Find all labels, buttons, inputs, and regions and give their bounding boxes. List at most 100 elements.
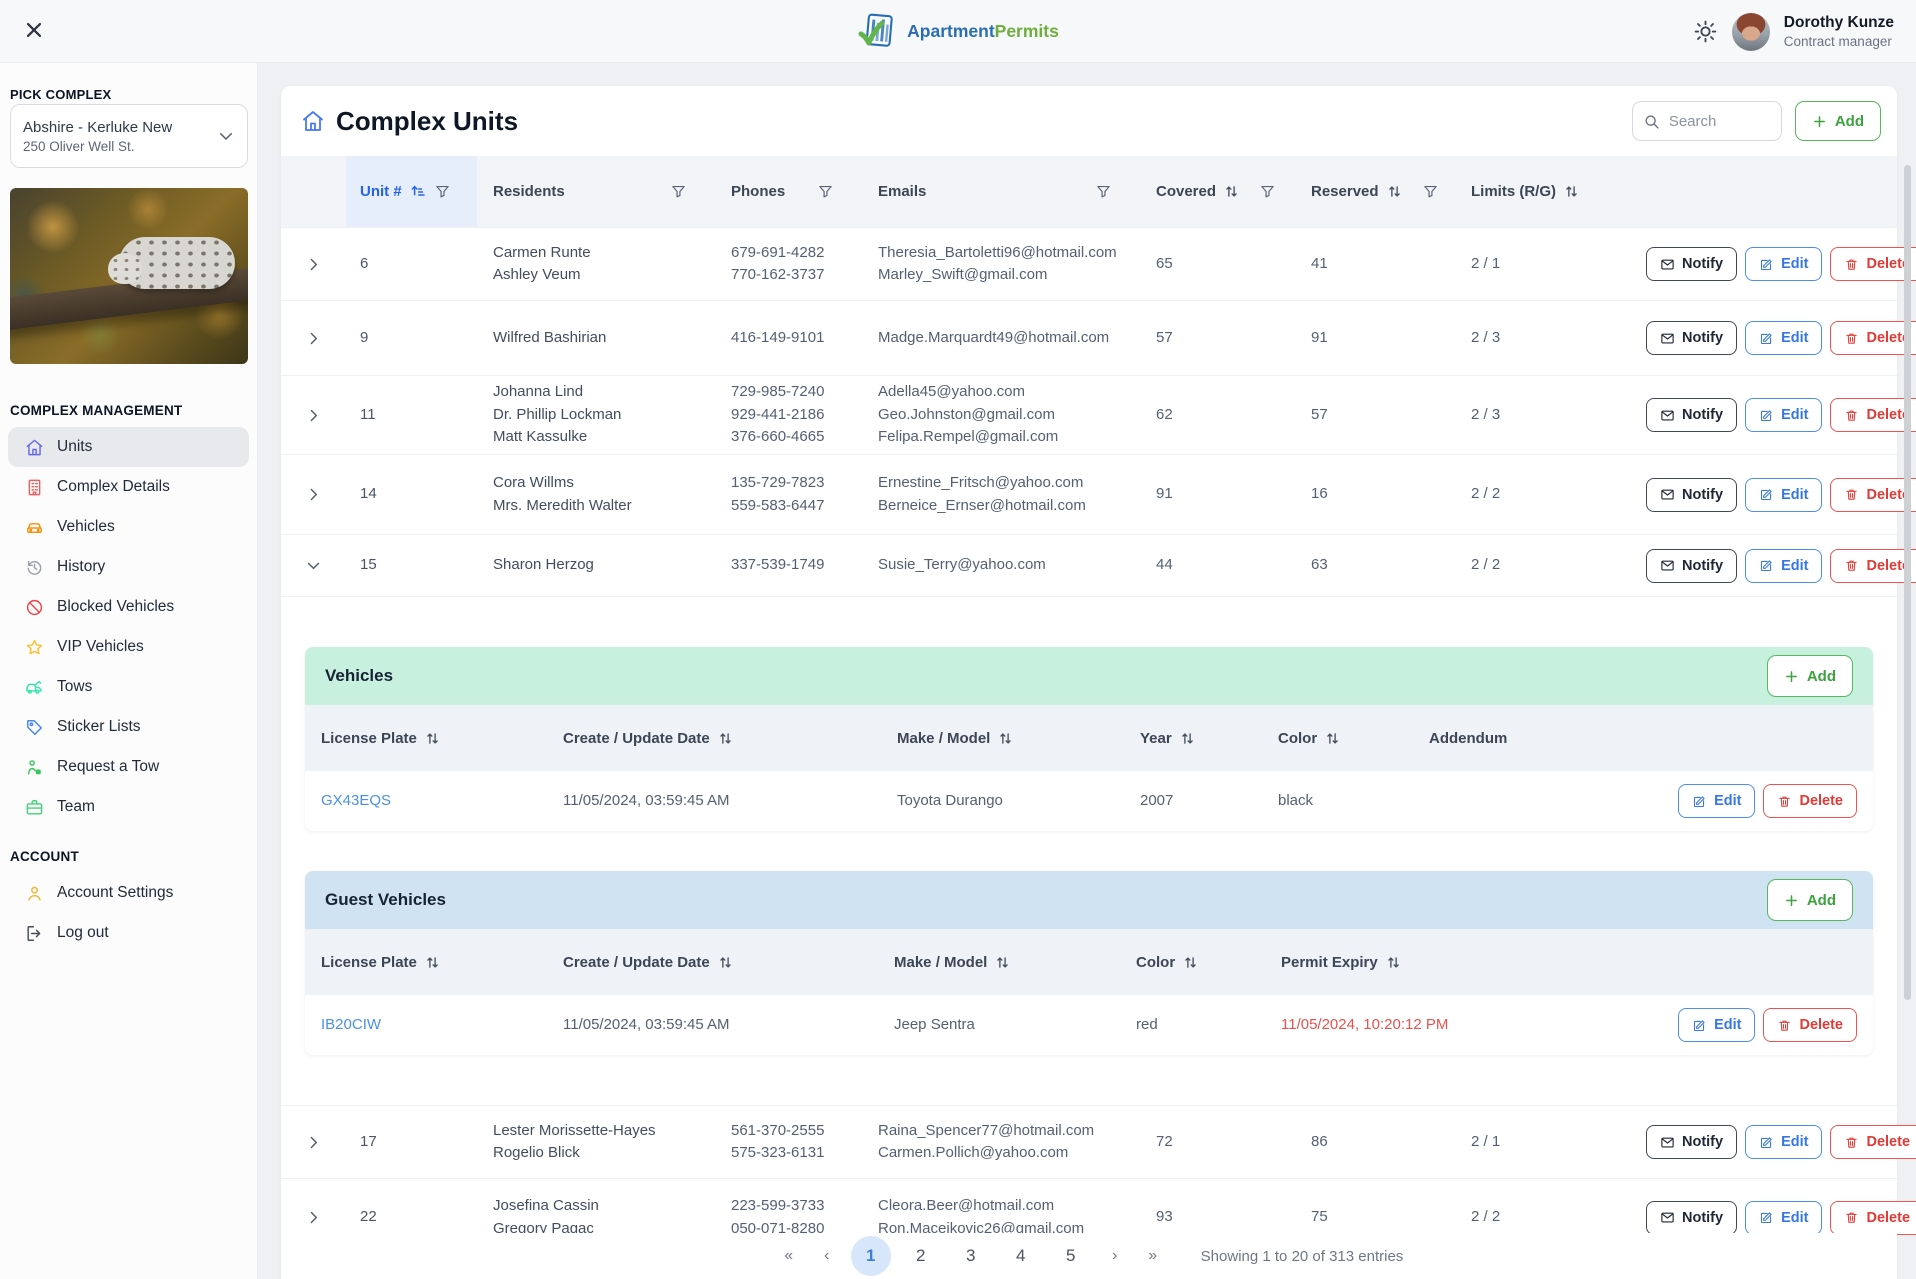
- email-address: Adella45@yahoo.com: [878, 383, 1025, 401]
- page-button-2[interactable]: 2: [901, 1236, 941, 1276]
- edit-button[interactable]: Edit: [1745, 1200, 1823, 1235]
- filter-icon[interactable]: [434, 183, 451, 200]
- edit-button[interactable]: Edit: [1745, 477, 1823, 512]
- add-guest-vehicle-button[interactable]: Add: [1766, 879, 1853, 921]
- expand-row-icon[interactable]: [305, 330, 322, 347]
- expand-row-icon[interactable]: [305, 1134, 322, 1151]
- license-plate-cell[interactable]: IB20CIW: [305, 1014, 547, 1037]
- notify-button[interactable]: Notify: [1646, 548, 1738, 583]
- expand-row-icon[interactable]: [305, 407, 322, 424]
- vehicles-panel: Vehicles Add License Plate Create / Update …: [305, 647, 1873, 831]
- envelope-icon: [1660, 558, 1675, 573]
- sort-icon: [1385, 954, 1402, 971]
- sidebar-item-sticker-lists[interactable]: Sticker Lists: [8, 707, 249, 747]
- sort-icon: [997, 730, 1014, 747]
- trash-icon: [1777, 1018, 1792, 1033]
- user-meta: Dorothy Kunze Contract manager: [1784, 13, 1894, 51]
- filter-icon[interactable]: [1422, 183, 1439, 200]
- column-unit[interactable]: Unit #: [346, 156, 477, 227]
- notify-button-label: Notify: [1682, 557, 1724, 574]
- edit-button-label: Edit: [1781, 557, 1809, 574]
- sidebar-item-history[interactable]: History: [8, 547, 249, 587]
- sort-icon[interactable]: [1386, 183, 1403, 200]
- column-limits: Limits (R/G): [1455, 156, 1630, 227]
- complex-selector[interactable]: Abshire - Kerluke New 250 Oliver Well St…: [10, 104, 248, 168]
- notify-button[interactable]: Notify: [1646, 321, 1738, 355]
- sort-icon[interactable]: [1223, 183, 1240, 200]
- first-page-button[interactable]: «: [775, 1236, 803, 1276]
- unit-row-17: 17 Lester Morissette-Hayes Rogelio Blick 56…: [281, 1105, 1916, 1178]
- nav-section-title: ACCOUNT: [10, 849, 79, 864]
- notify-button[interactable]: Notify: [1646, 398, 1738, 432]
- theme-toggle-button[interactable]: [1693, 19, 1718, 44]
- license-plate-cell[interactable]: GX43EQS: [305, 790, 547, 813]
- covered-cell: 57: [1156, 328, 1173, 346]
- delete-button[interactable]: Delete: [1830, 1200, 1916, 1235]
- expand-row-icon[interactable]: [305, 256, 322, 273]
- filter-icon[interactable]: [1259, 183, 1276, 200]
- guest-vehicles-table-header: License Plate Create / Update Date Make / …: [305, 929, 1873, 995]
- expand-row-icon[interactable]: [305, 1209, 322, 1226]
- filter-icon[interactable]: [670, 183, 687, 200]
- edit-button[interactable]: Edit: [1678, 1008, 1756, 1042]
- sidebar-item-team[interactable]: Team: [8, 787, 249, 827]
- permit-expiry-cell: 11/05/2024, 10:20:12 PM: [1281, 1015, 1449, 1033]
- search-input[interactable]: [1668, 112, 1771, 130]
- edit-button[interactable]: Edit: [1745, 548, 1823, 583]
- emails-cell: Theresia_Bartoletti96@hotmail.com Marley_…: [862, 242, 1140, 287]
- row-actions: Notify Edit Delete: [1630, 548, 1916, 583]
- reserved-cell: 91: [1311, 328, 1328, 346]
- expand-row-icon[interactable]: [305, 486, 322, 503]
- sort-ascending-icon[interactable]: [409, 183, 427, 201]
- delete-button[interactable]: Delete: [1763, 784, 1857, 818]
- sidebar-item-account-settings[interactable]: Account Settings: [8, 873, 249, 913]
- close-button[interactable]: [20, 17, 48, 45]
- next-page-button[interactable]: ›: [1101, 1236, 1129, 1276]
- sidebar-item-blocked-vehicles[interactable]: Blocked Vehicles: [8, 587, 249, 627]
- notify-button[interactable]: Notify: [1646, 247, 1738, 281]
- make-model-cell: Toyota Durango: [897, 791, 1003, 809]
- sort-icon: [717, 954, 734, 971]
- edit-button[interactable]: Edit: [1745, 321, 1823, 355]
- add-vehicle-button[interactable]: Add: [1766, 655, 1853, 697]
- page-button-4[interactable]: 4: [1001, 1236, 1041, 1276]
- prev-page-button[interactable]: ‹: [813, 1236, 841, 1276]
- edit-button[interactable]: Edit: [1745, 1125, 1823, 1159]
- filter-icon[interactable]: [1095, 183, 1112, 200]
- delete-button[interactable]: Delete: [1830, 1125, 1916, 1159]
- page-button-5[interactable]: 5: [1051, 1236, 1091, 1276]
- edit-button[interactable]: Edit: [1678, 784, 1756, 818]
- sidebar-item-vehicles[interactable]: Vehicles: [8, 507, 249, 547]
- unit-row-14: 14 Cora Willms Mrs. Meredith Walter 135-729…: [281, 454, 1916, 534]
- add-unit-label: Add: [1834, 112, 1864, 130]
- add-unit-button[interactable]: Add: [1794, 101, 1881, 141]
- collapse-row-icon[interactable]: [305, 557, 322, 574]
- avatar[interactable]: [1731, 12, 1770, 51]
- edit-button[interactable]: Edit: [1745, 398, 1823, 432]
- notify-button[interactable]: Notify: [1646, 1125, 1738, 1159]
- sidebar-item-log-out[interactable]: Log out: [8, 913, 249, 953]
- sidebar-item-vip-vehicles[interactable]: VIP Vehicles: [8, 627, 249, 667]
- sidebar-item-units[interactable]: Units: [8, 427, 249, 467]
- page-button-1[interactable]: 1: [850, 1236, 891, 1276]
- search-box[interactable]: [1631, 101, 1782, 141]
- resident-name: Sharon Herzog: [493, 556, 594, 574]
- covered-cell: 62: [1156, 405, 1173, 423]
- delete-button[interactable]: Delete: [1763, 1008, 1857, 1042]
- scrollbar[interactable]: [1904, 165, 1911, 1000]
- topbar: ApartmentPermits Dorothy Kunze Contract …: [0, 0, 1916, 63]
- limits-cell: 2 / 3: [1471, 328, 1501, 346]
- page-button-3[interactable]: 3: [951, 1236, 991, 1276]
- notify-button[interactable]: Notify: [1646, 1200, 1738, 1235]
- filter-icon[interactable]: [817, 183, 834, 200]
- last-page-button[interactable]: »: [1139, 1236, 1167, 1276]
- tag-icon: [25, 718, 44, 737]
- emails-cell: Madge.Marquardt49@hotmail.com: [862, 327, 1140, 350]
- sort-icon[interactable]: [1563, 183, 1580, 200]
- sidebar-item-tows[interactable]: Tows: [8, 667, 249, 707]
- notify-button[interactable]: Notify: [1646, 477, 1738, 512]
- edit-button[interactable]: Edit: [1745, 247, 1823, 281]
- sidebar-item-request-a-tow[interactable]: Request a Tow: [8, 747, 249, 787]
- resident-name: Dr. Phillip Lockman: [493, 405, 622, 423]
- sidebar-item-complex-details[interactable]: Complex Details: [8, 467, 249, 507]
